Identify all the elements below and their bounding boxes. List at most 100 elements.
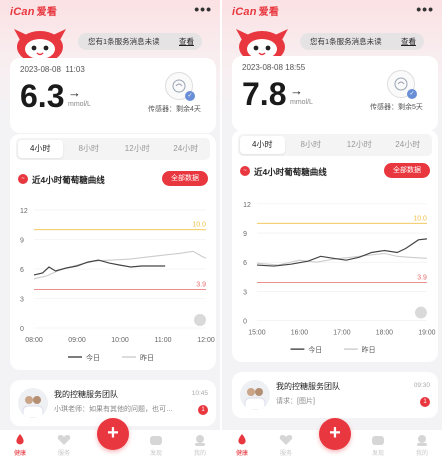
profile-icon bbox=[417, 435, 427, 446]
team-last-message: 请求：[图片] bbox=[276, 398, 315, 405]
tab-4h[interactable]: 4小时 bbox=[18, 140, 63, 158]
add-button[interactable]: + bbox=[97, 418, 129, 450]
notice-text: 您有1条服务消息未读 bbox=[88, 37, 160, 46]
trend-curve-icon: ~ bbox=[18, 174, 28, 184]
glucose-value: 6.3 bbox=[20, 78, 65, 114]
heart-icon bbox=[57, 435, 71, 445]
add-button[interactable]: + bbox=[319, 418, 351, 450]
tab-12h[interactable]: 12小时 bbox=[115, 140, 160, 158]
app-logo: iCan 爱看 bbox=[232, 6, 280, 18]
nav-service[interactable]: 服务 bbox=[44, 434, 84, 457]
all-data-button[interactable]: 全部数据 bbox=[384, 163, 430, 178]
x-tick-label: 19:00 bbox=[418, 329, 435, 336]
nav-profile[interactable]: 我的 bbox=[402, 434, 442, 457]
y-tick-label: 0 bbox=[20, 326, 24, 333]
heart-icon bbox=[279, 435, 293, 445]
legend-today-label: 今日 bbox=[86, 353, 100, 362]
tab-8h[interactable]: 8小时 bbox=[67, 140, 112, 158]
range-tabs: 4小时 8小时 12小时 24小时 bbox=[238, 134, 432, 156]
notice-text: 您有1条服务消息未读 bbox=[310, 37, 382, 46]
scroll-latest-icon bbox=[415, 306, 427, 319]
nav-service[interactable]: 服务 bbox=[266, 434, 306, 457]
lower-limit-label: 3.9 bbox=[196, 282, 206, 289]
chart-card: 4小时 8小时 12小时 24小时 ~ 近4小时葡萄糖曲线 全部数据 0 3 6 9 1… bbox=[10, 134, 216, 370]
y-tick-label: 3 bbox=[20, 297, 24, 304]
sensor-button[interactable]: ✓ bbox=[387, 70, 417, 99]
service-notice-bar[interactable]: 您有1条服务消息未读 查看 bbox=[300, 33, 424, 50]
discover-icon bbox=[372, 436, 384, 445]
phone-screen-left: iCan 爱看 ••• 您有1条服务消息未读 查看 2023-08-08 11:0… bbox=[0, 0, 220, 466]
app-logo: iCan 爱看 bbox=[10, 6, 58, 18]
team-avatar bbox=[240, 380, 270, 410]
nav-health[interactable]: 健康 bbox=[0, 434, 40, 457]
nav-health[interactable]: 健康 bbox=[222, 434, 262, 457]
team-title: 我的控糖服务团队 bbox=[276, 382, 340, 391]
team-avatar bbox=[18, 388, 48, 418]
range-tabs: 4小时 8小时 12小时 24小时 bbox=[16, 138, 210, 160]
team-time: 10:45 bbox=[191, 390, 208, 397]
x-tick-label: 11:00 bbox=[155, 337, 172, 344]
notice-view-link[interactable]: 查看 bbox=[401, 33, 416, 50]
unread-badge: 1 bbox=[198, 405, 208, 415]
trend-arrow-icon: → bbox=[68, 85, 81, 100]
x-tick-label: 12:00 bbox=[197, 337, 215, 344]
glucose-value: 7.8 bbox=[242, 76, 287, 112]
tab-24h[interactable]: 24小时 bbox=[386, 136, 431, 154]
team-card[interactable]: 我的控糖服务团队 请求：[图片] 09:30 1 bbox=[232, 372, 438, 418]
tab-24h[interactable]: 24小时 bbox=[164, 140, 209, 158]
nav-profile[interactable]: 我的 bbox=[180, 434, 220, 457]
service-notice-bar[interactable]: 您有1条服务消息未读 查看 bbox=[78, 33, 202, 50]
sensor-button[interactable]: ✓ bbox=[165, 72, 195, 101]
chart-section-title: 近4小时葡萄糖曲线 bbox=[32, 175, 105, 185]
x-tick-label: 18:00 bbox=[376, 329, 393, 336]
team-last-message: 小琪老师：如果有其他的问题，也可… bbox=[54, 406, 173, 413]
chart-card: 4小时 8小时 12小时 24小时 ~ 近4小时葡萄糖曲线 全部数据 0 3 6 9 1… bbox=[232, 130, 438, 362]
legend-yesterday-label: 昨日 bbox=[362, 345, 376, 354]
x-tick-label: 15:00 bbox=[248, 329, 265, 336]
x-tick-label: 10:00 bbox=[111, 337, 129, 344]
chart-section-title: 近4小时葡萄糖曲线 bbox=[254, 167, 327, 177]
lower-limit-label: 3.9 bbox=[417, 275, 427, 282]
y-tick-label: 9 bbox=[20, 238, 24, 245]
nav-discover[interactable]: 发现 bbox=[358, 434, 398, 457]
sensor-remaining: 传感器：剩余5天 bbox=[370, 104, 423, 111]
trend-curve-icon: ~ bbox=[240, 166, 250, 176]
notice-view-link[interactable]: 查看 bbox=[179, 33, 194, 50]
sensor-remaining: 传感器：剩余4天 bbox=[148, 106, 201, 113]
y-tick-label: 0 bbox=[243, 318, 247, 325]
glucose-chart: 0 3 6 9 12 10.0 3.9 08:00 09:00 10:00 11:00 12:00 今日… bbox=[20, 208, 215, 362]
phone-screen-right: iCan 爱看 ••• 您有1条服务消息未读 查看 2023-08-08 18:5… bbox=[222, 0, 442, 466]
sensor-status-icon: ✓ bbox=[407, 89, 417, 99]
glucose-card: 2023-08-08 18:55 7.8 → mmol/L ✓ 传感器：剩余5天 bbox=[232, 56, 438, 131]
all-data-button[interactable]: 全部数据 bbox=[162, 171, 208, 186]
reading-timestamp: 2023-08-08 18:55 bbox=[242, 63, 306, 72]
tab-4h[interactable]: 4小时 bbox=[240, 136, 285, 154]
x-tick-label: 08:00 bbox=[25, 337, 43, 344]
team-time: 09:30 bbox=[413, 382, 430, 389]
unread-badge: 1 bbox=[420, 397, 430, 407]
team-title: 我的控糖服务团队 bbox=[54, 390, 118, 399]
legend-yesterday-label: 昨日 bbox=[140, 353, 154, 362]
bottom-nav: 健康 服务 + 发现 我的 bbox=[0, 418, 220, 466]
upper-limit-label: 10.0 bbox=[192, 222, 206, 229]
glucose-chart: 0 3 6 9 12 10.0 3.9 15:00 16:00 17:00 18:00 19:00 今日… bbox=[243, 202, 436, 354]
y-tick-label: 6 bbox=[243, 260, 247, 267]
nav-discover[interactable]: 发现 bbox=[136, 434, 176, 457]
more-menu-icon[interactable]: ••• bbox=[416, 1, 434, 17]
reading-timestamp: 2023-08-08 11:03 bbox=[20, 65, 85, 74]
profile-icon bbox=[195, 435, 205, 446]
tab-12h[interactable]: 12小时 bbox=[337, 136, 382, 154]
scroll-latest-icon bbox=[194, 314, 206, 326]
top-bar: iCan 爱看 ••• bbox=[222, 0, 442, 22]
glucose-card: 2023-08-08 11:03 6.3 → mmol/L ✓ 传感器：剩余4天 bbox=[10, 58, 216, 133]
plus-icon: + bbox=[329, 422, 341, 444]
y-tick-label: 9 bbox=[243, 231, 247, 238]
y-tick-label: 6 bbox=[20, 267, 24, 274]
tab-8h[interactable]: 8小时 bbox=[289, 136, 334, 154]
x-tick-label: 16:00 bbox=[291, 329, 308, 336]
sensor-status-icon: ✓ bbox=[185, 91, 195, 101]
trend-arrow-icon: → bbox=[290, 83, 303, 98]
y-tick-label: 3 bbox=[243, 289, 247, 296]
more-menu-icon[interactable]: ••• bbox=[194, 1, 212, 17]
bottom-nav: 健康 服务 + 发现 我的 bbox=[222, 418, 442, 466]
